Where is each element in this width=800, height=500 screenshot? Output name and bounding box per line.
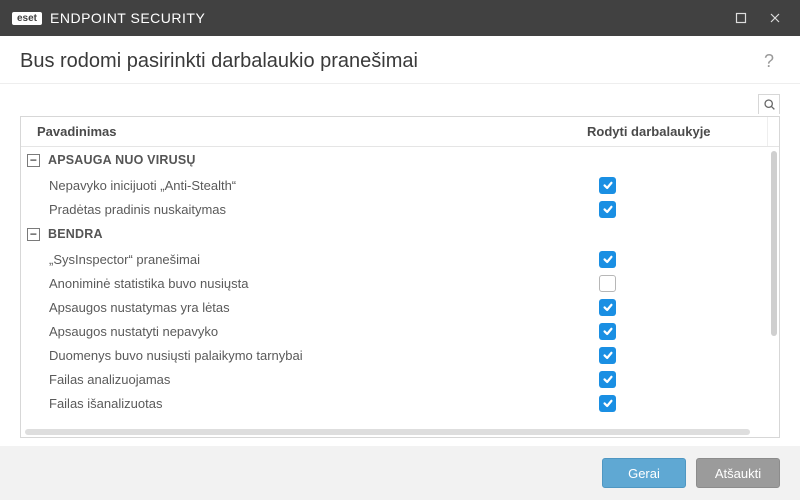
- window-close-button[interactable]: [758, 0, 792, 36]
- table-body: −APSAUGA NUO VIRUSŲNepavyko inicijuoti „…: [21, 147, 779, 437]
- row-show-cell: [599, 201, 767, 218]
- dialog-content: Pavadinimas Rodyti darbalaukyje −APSAUGA…: [0, 84, 800, 446]
- horizontal-scroll-thumb[interactable]: [25, 429, 750, 435]
- group-title: APSAUGA NUO VIRUSŲ: [48, 153, 196, 167]
- brand-logo: eset: [12, 12, 42, 25]
- show-on-desktop-checkbox[interactable]: [599, 347, 616, 364]
- table-row: Failas analizuojamas: [21, 367, 767, 391]
- ok-button[interactable]: Gerai: [602, 458, 686, 488]
- titlebar: eset ENDPOINT SECURITY: [0, 0, 800, 36]
- table-row: Pradėtas pradinis nuskaitymas: [21, 197, 767, 221]
- show-on-desktop-checkbox[interactable]: [599, 395, 616, 412]
- table-row: Apsaugos nustatymas yra lėtas: [21, 295, 767, 319]
- row-show-cell: [599, 177, 767, 194]
- maximize-icon: [735, 12, 747, 24]
- horizontal-scrollbar[interactable]: [25, 429, 765, 435]
- row-label: Failas analizuojamas: [49, 372, 599, 387]
- row-show-cell: [599, 395, 767, 412]
- row-label: Apsaugos nustatymas yra lėtas: [49, 300, 599, 315]
- dialog-title: Bus rodomi pasirinkti darbalaukio praneš…: [20, 50, 758, 73]
- show-on-desktop-checkbox[interactable]: [599, 371, 616, 388]
- row-show-cell: [599, 347, 767, 364]
- window-maximize-button[interactable]: [724, 0, 758, 36]
- row-label: Apsaugos nustatyti nepavyko: [49, 324, 599, 339]
- column-header-show[interactable]: Rodyti darbalaukyje: [587, 117, 767, 146]
- collapse-icon[interactable]: −: [27, 228, 40, 241]
- help-button[interactable]: ?: [758, 51, 780, 73]
- group-header[interactable]: −BENDRA: [21, 221, 767, 247]
- row-label: Anoniminė statistika buvo nusiųsta: [49, 276, 599, 291]
- vertical-scrollbar[interactable]: [771, 151, 777, 423]
- show-on-desktop-checkbox[interactable]: [599, 299, 616, 316]
- row-label: Nepavyko inicijuoti „Anti-Stealth“: [49, 178, 599, 193]
- row-show-cell: [599, 299, 767, 316]
- table-row: Nepavyko inicijuoti „Anti-Stealth“: [21, 173, 767, 197]
- close-icon: [769, 12, 781, 24]
- table-row: Failas išanalizuotas: [21, 391, 767, 415]
- row-label: Failas išanalizuotas: [49, 396, 599, 411]
- table-row: Apsaugos nustatyti nepavyko: [21, 319, 767, 343]
- collapse-icon[interactable]: −: [27, 154, 40, 167]
- column-header-name[interactable]: Pavadinimas: [21, 117, 587, 146]
- notifications-table: Pavadinimas Rodyti darbalaukyje −APSAUGA…: [20, 116, 780, 438]
- vertical-scroll-thumb[interactable]: [771, 151, 777, 336]
- show-on-desktop-checkbox[interactable]: [599, 201, 616, 218]
- table-row: Anoniminė statistika buvo nusiųsta: [21, 271, 767, 295]
- group-title: BENDRA: [48, 227, 103, 241]
- table-row: „SysInspector“ pranešimai: [21, 247, 767, 271]
- show-on-desktop-checkbox[interactable]: [599, 275, 616, 292]
- show-on-desktop-checkbox[interactable]: [599, 251, 616, 268]
- row-show-cell: [599, 275, 767, 292]
- dialog-footer: Gerai Atšaukti: [0, 446, 800, 500]
- group-header[interactable]: −APSAUGA NUO VIRUSŲ: [21, 147, 767, 173]
- brand: eset ENDPOINT SECURITY: [12, 10, 205, 26]
- row-show-cell: [599, 251, 767, 268]
- table-row: Duomenys buvo nusiųsti palaikymo tarnyba…: [21, 343, 767, 367]
- search-row: [20, 94, 780, 114]
- row-label: Duomenys buvo nusiųsti palaikymo tarnyba…: [49, 348, 599, 363]
- show-on-desktop-checkbox[interactable]: [599, 323, 616, 340]
- brand-product: ENDPOINT SECURITY: [50, 10, 205, 26]
- search-button[interactable]: [758, 94, 780, 114]
- row-label: Pradėtas pradinis nuskaitymas: [49, 202, 599, 217]
- show-on-desktop-checkbox[interactable]: [599, 177, 616, 194]
- search-icon: [763, 98, 776, 111]
- help-icon: ?: [764, 51, 774, 72]
- row-show-cell: [599, 371, 767, 388]
- cancel-button[interactable]: Atšaukti: [696, 458, 780, 488]
- dialog-heading-row: Bus rodomi pasirinkti darbalaukio praneš…: [0, 36, 800, 84]
- table-header: Pavadinimas Rodyti darbalaukyje: [21, 117, 779, 147]
- row-show-cell: [599, 323, 767, 340]
- row-label: „SysInspector“ pranešimai: [49, 252, 599, 267]
